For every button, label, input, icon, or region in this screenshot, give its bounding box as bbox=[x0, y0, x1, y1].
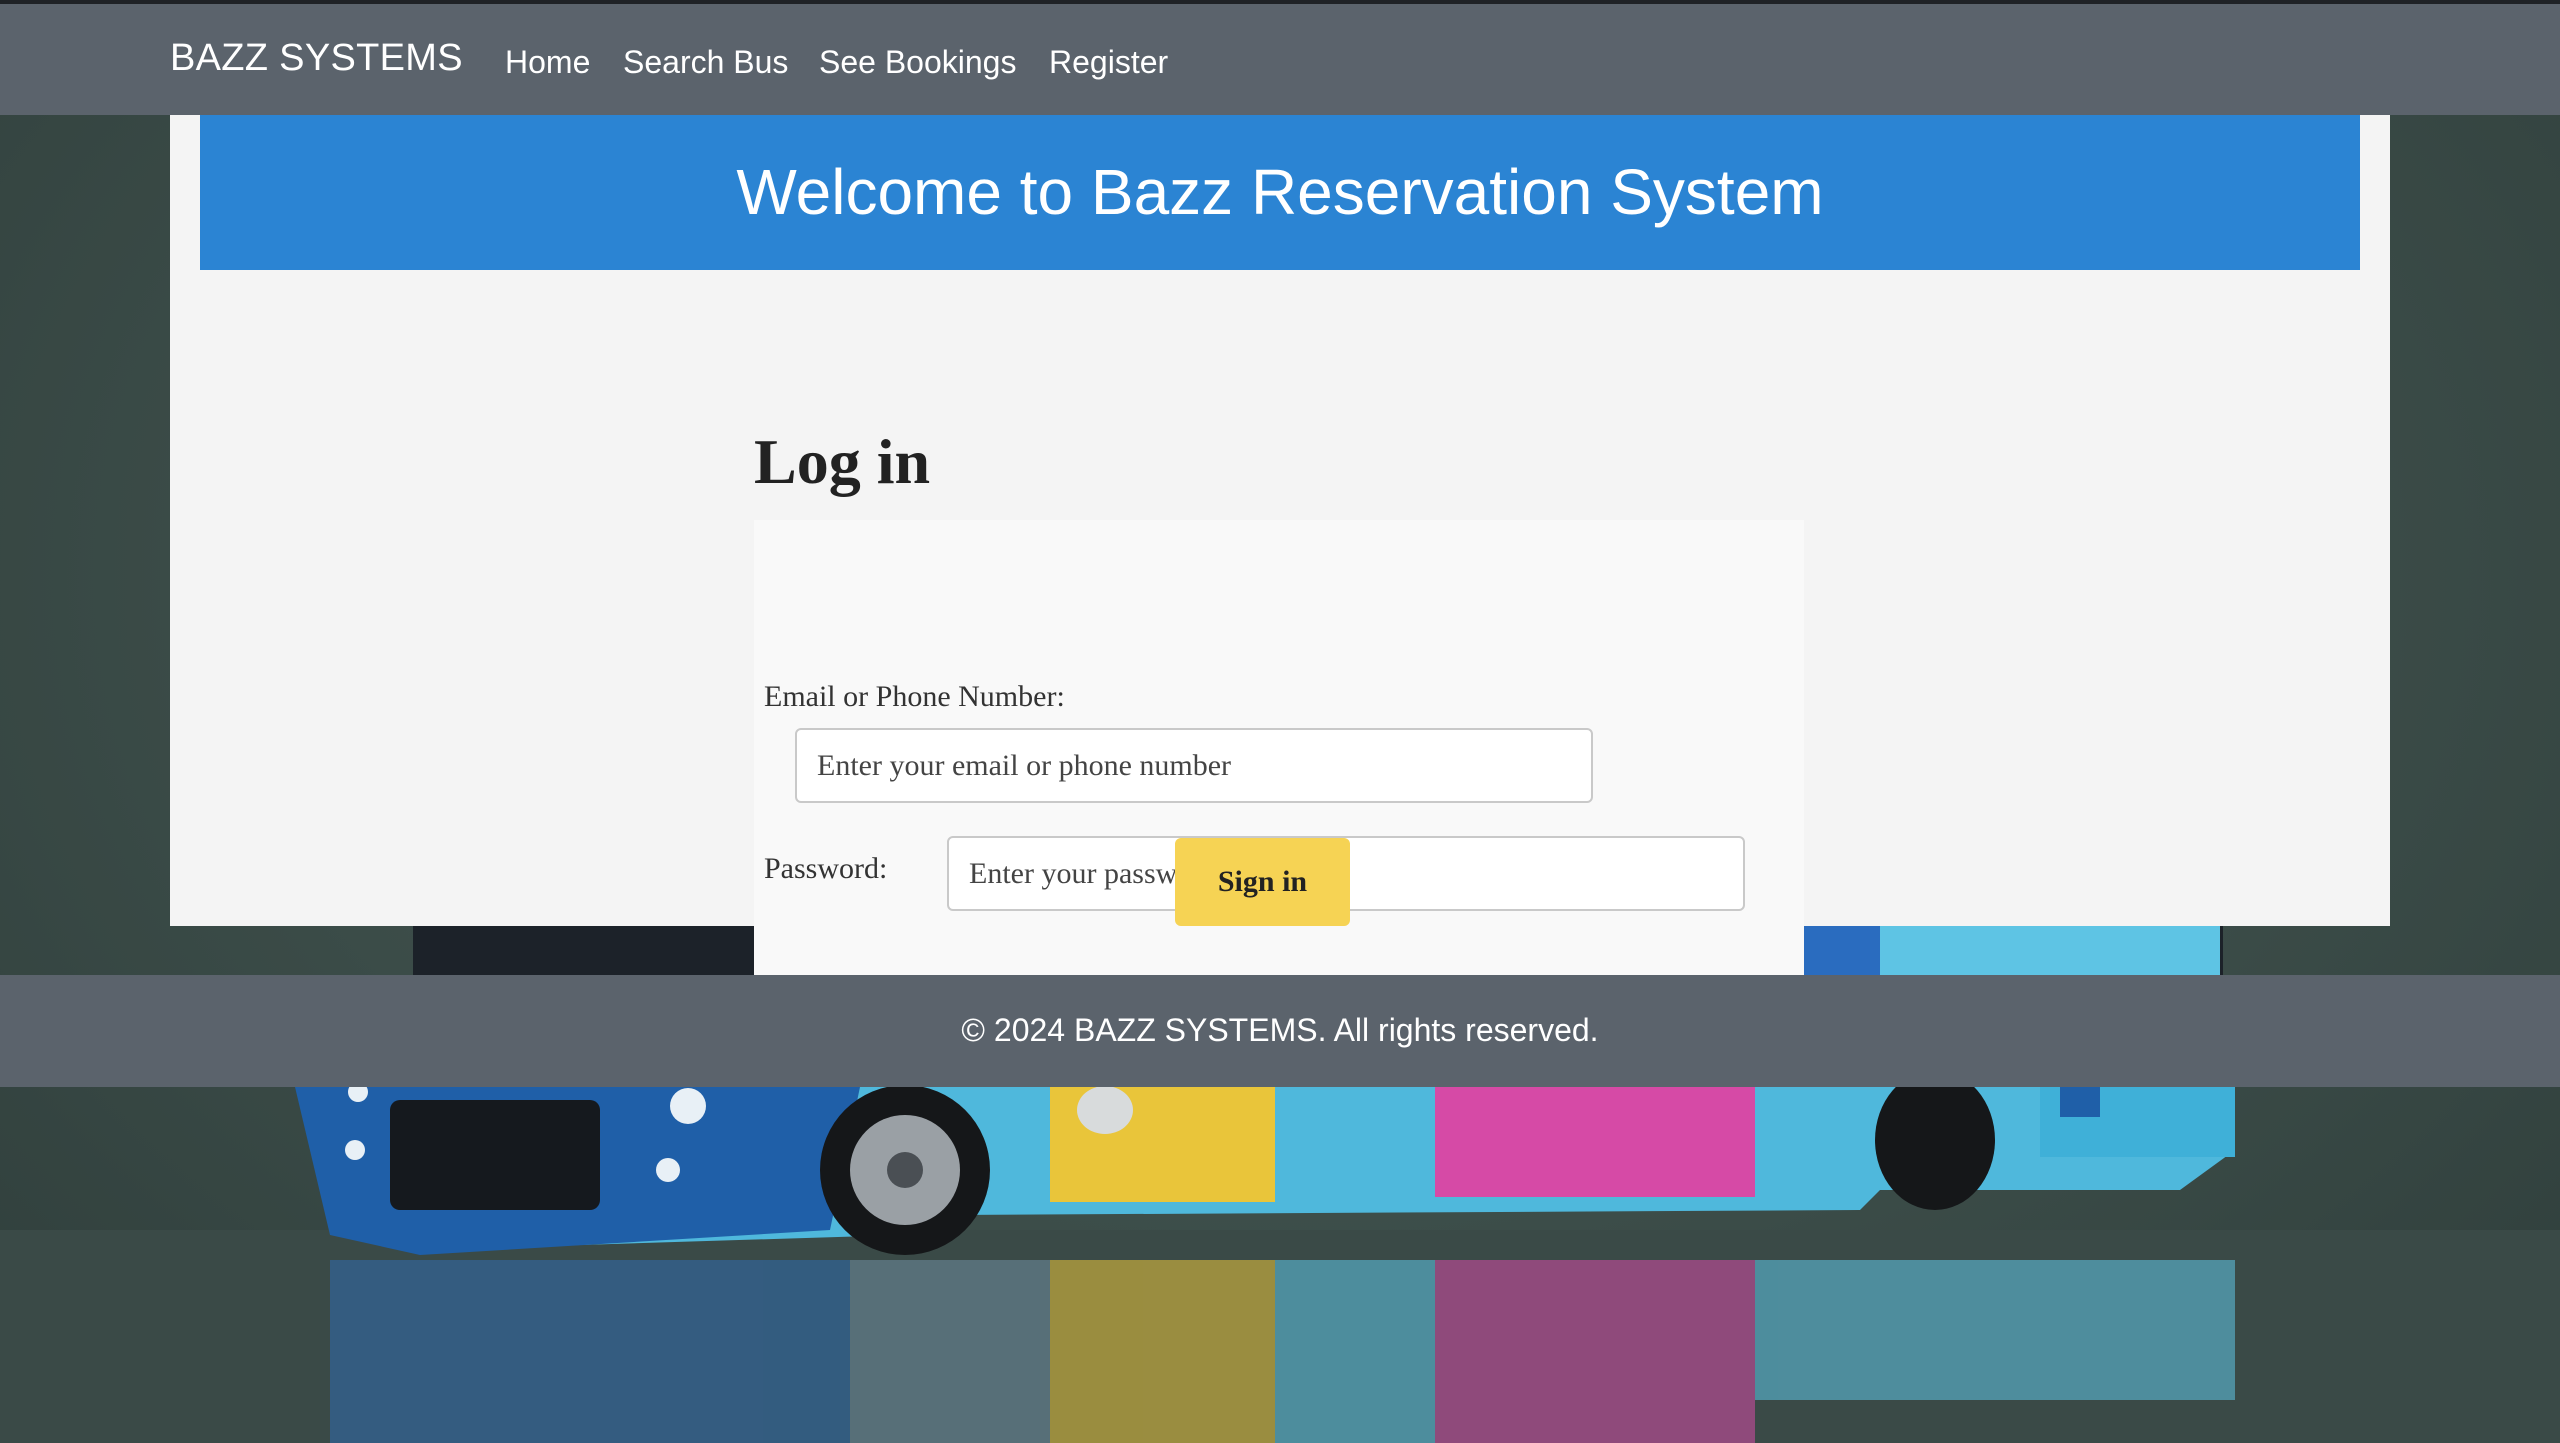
welcome-banner: Welcome to Bazz Reservation System bbox=[200, 115, 2360, 270]
nav-link-home[interactable]: Home bbox=[505, 44, 590, 81]
brand-logo-text[interactable]: BAZZ SYSTEMS bbox=[170, 37, 463, 80]
email-label: Email or Phone Number: bbox=[764, 680, 1065, 713]
email-or-phone-input[interactable] bbox=[795, 728, 1593, 803]
main-content-card: Welcome to Bazz Reservation System Log i… bbox=[170, 115, 2390, 995]
top-navbar: BAZZ SYSTEMS Home Search Bus See Booking… bbox=[0, 0, 2560, 115]
welcome-title: Welcome to Bazz Reservation System bbox=[736, 156, 1824, 228]
nav-link-see-bookings[interactable]: See Bookings bbox=[819, 44, 1016, 81]
login-heading: Log in bbox=[754, 426, 931, 497]
nav-link-register[interactable]: Register bbox=[1049, 44, 1168, 81]
footer-copyright: © 2024 BAZZ SYSTEMS. All rights reserved… bbox=[961, 1012, 1599, 1048]
nav-link-search-bus[interactable]: Search Bus bbox=[623, 44, 788, 81]
password-label: Password: bbox=[764, 852, 888, 885]
sign-in-button[interactable]: Sign in bbox=[1175, 838, 1350, 926]
footer: © 2024 BAZZ SYSTEMS. All rights reserved… bbox=[0, 975, 2560, 1087]
